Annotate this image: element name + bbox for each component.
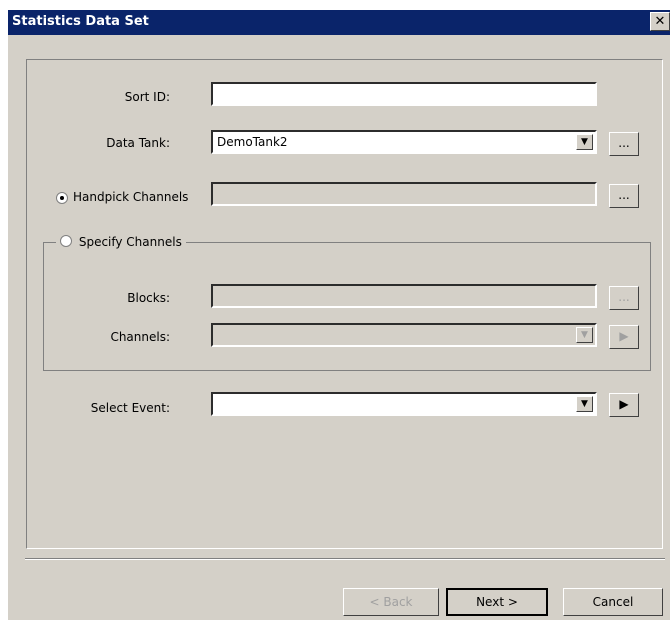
channels-label: Channels:: [110, 330, 170, 344]
handpick-channels-radio[interactable]: [56, 192, 68, 204]
back-button[interactable]: < Back: [343, 588, 439, 616]
dialog-window: Statistics Data Set ✕ Sort ID: Data Tank…: [8, 10, 670, 620]
blocks-label: Blocks:: [127, 291, 170, 305]
specify-channels-legend: Specify Channels: [56, 234, 186, 249]
chevron-down-icon[interactable]: ▼: [576, 396, 593, 412]
blocks-field: [211, 284, 597, 308]
chevron-down-icon: ▼: [576, 327, 593, 343]
select-event-label: Select Event:: [90, 401, 170, 415]
sort-id-label: Sort ID:: [124, 90, 170, 104]
data-tank-dropdown[interactable]: DemoTank2 ▼: [211, 130, 597, 154]
window-title: Statistics Data Set: [12, 14, 149, 29]
chevron-down-icon[interactable]: ▼: [576, 134, 593, 150]
blocks-browse-button: ...: [609, 286, 639, 310]
radio-selected-dot: [60, 196, 64, 200]
handpick-channels-field: [211, 182, 597, 206]
select-event-dropdown[interactable]: ▼: [211, 392, 597, 416]
handpick-browse-button[interactable]: ...: [609, 184, 639, 208]
cancel-button[interactable]: Cancel: [563, 588, 663, 616]
select-event-arrow-button[interactable]: ▶: [609, 393, 639, 417]
title-bar[interactable]: Statistics Data Set ✕: [8, 10, 670, 35]
button-separator: [25, 558, 665, 560]
channels-dropdown: ▼: [211, 323, 597, 347]
specify-channels-radio[interactable]: [60, 235, 72, 247]
handpick-channels-label: Handpick Channels: [73, 190, 189, 204]
data-tank-value: DemoTank2: [217, 135, 288, 149]
close-button[interactable]: ✕: [650, 12, 670, 31]
data-tank-browse-button[interactable]: ...: [609, 132, 639, 156]
channels-arrow-button: ▶: [609, 325, 639, 349]
next-button[interactable]: Next >: [446, 588, 548, 616]
sort-id-input[interactable]: [211, 82, 597, 106]
specify-channels-label: Specify Channels: [78, 235, 182, 249]
play-arrow-icon: ▶: [619, 329, 629, 343]
play-arrow-icon: ▶: [619, 397, 629, 411]
data-tank-label: Data Tank:: [106, 136, 170, 150]
